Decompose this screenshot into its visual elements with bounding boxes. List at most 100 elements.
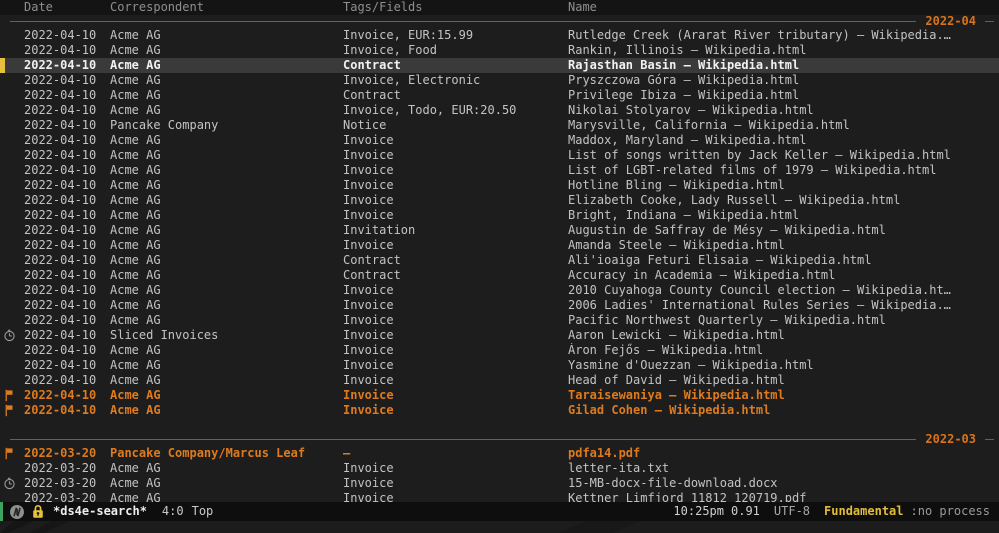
document-correspondent: Acme AG	[110, 103, 343, 118]
document-row[interactable]: 2022-04-10Acme AGContractPrivilege Ibiza…	[0, 88, 999, 103]
document-row[interactable]: 2022-03-20Acme AGInvoiceletter-ita.txt	[0, 461, 999, 476]
document-name: Hotline Bling – Wikipedia.html	[568, 178, 999, 193]
document-row[interactable]: 2022-04-10Acme AGInvoicePacific Northwes…	[0, 313, 999, 328]
document-name: Marysville, California – Wikipedia.html	[568, 118, 999, 133]
document-row[interactable]: 2022-04-10Acme AGInvoiceList of songs wr…	[0, 148, 999, 163]
document-name: pdfa14.pdf	[568, 446, 999, 461]
document-tags: Contract	[343, 253, 568, 268]
document-correspondent: Acme AG	[110, 223, 343, 238]
encoding-indicator: UTF-8	[774, 504, 810, 519]
document-tags: Invoice	[343, 208, 568, 223]
document-row[interactable]: 2022-03-20Acme AGInvoiceKettner Limfjord…	[0, 491, 999, 502]
document-date: 2022-04-10	[24, 88, 110, 103]
lock-icon	[31, 504, 45, 519]
document-correspondent: Acme AG	[110, 88, 343, 103]
flag-icon	[0, 388, 24, 403]
document-row[interactable]: 2022-04-10Acme AGInvoiceList of LGBT-rel…	[0, 163, 999, 178]
document-tags: Invoice	[343, 133, 568, 148]
document-row[interactable]: 2022-04-10Acme AGInvoiceAmanda Steele – …	[0, 238, 999, 253]
document-name: Kettner Limfjord 11812 120719.pdf	[568, 491, 999, 502]
document-row[interactable]: 2022-03-20Acme AGInvoice15-MB-docx-file-…	[0, 476, 999, 491]
flag-icon	[0, 403, 24, 418]
document-correspondent: Pancake Company/Marcus Leaf	[110, 446, 343, 461]
document-row[interactable]: 2022-04-10Acme AGInvoice, Todo, EUR:20.5…	[0, 103, 999, 118]
document-row[interactable]: 2022-04-10Acme AGInvoiceTaraisewaniya – …	[0, 388, 999, 403]
document-row[interactable]: 2022-04-10Sliced InvoicesInvoiceAaron Le…	[0, 328, 999, 343]
document-correspondent: Acme AG	[110, 343, 343, 358]
document-row[interactable]: 2022-04-10Acme AGInvoiceGilad Cohen – Wi…	[0, 403, 999, 418]
document-tags: Invoice	[343, 328, 568, 343]
major-mode-name: Fundamental	[824, 504, 903, 519]
document-name: 2006 Ladies' International Rules Series …	[568, 298, 999, 313]
document-row[interactable]: 2022-04-10Pancake CompanyNoticeMarysvill…	[0, 118, 999, 133]
document-tags: Invoice	[343, 283, 568, 298]
document-row[interactable]: 2022-04-10Acme AGInvoiceMaddox, Maryland…	[0, 133, 999, 148]
document-correspondent: Acme AG	[110, 163, 343, 178]
document-tags: Invoice	[343, 193, 568, 208]
icon-spacer	[0, 163, 24, 178]
document-row[interactable]: 2022-04-10Acme AGInvoiceHead of David – …	[0, 373, 999, 388]
document-tags: Invoice	[343, 388, 568, 403]
document-row[interactable]: 2022-04-10Acme AGInvoiceHotline Bling – …	[0, 178, 999, 193]
document-date: 2022-04-10	[24, 178, 110, 193]
document-correspondent: Acme AG	[110, 43, 343, 58]
document-row[interactable]: 2022-04-10Acme AGContractRajasthan Basin…	[0, 58, 999, 73]
document-date: 2022-04-10	[24, 298, 110, 313]
document-row[interactable]: 2022-03-20Pancake Company/Marcus Leaf–pd…	[0, 446, 999, 461]
document-date: 2022-04-10	[24, 373, 110, 388]
document-correspondent: Sliced Invoices	[110, 328, 343, 343]
document-name: Amanda Steele – Wikipedia.html	[568, 238, 999, 253]
background-watermark	[0, 521, 999, 533]
document-row[interactable]: 2022-04-10Acme AGInvitationAugustin de S…	[0, 223, 999, 238]
document-row[interactable]: 2022-04-10Acme AGInvoiceBright, Indiana …	[0, 208, 999, 223]
document-row[interactable]: 2022-04-10Acme AGInvoice, ElectronicPrys…	[0, 73, 999, 88]
document-date: 2022-04-10	[24, 163, 110, 178]
separator-tail-line	[985, 439, 994, 440]
document-name: Gilad Cohen – Wikipedia.html	[568, 403, 999, 418]
document-correspondent: Acme AG	[110, 253, 343, 268]
load-average: 0.91	[731, 504, 760, 519]
echo-area	[0, 521, 999, 533]
clock-time: 10:25pm	[673, 504, 724, 519]
document-date: 2022-04-10	[24, 328, 110, 343]
document-row[interactable]: 2022-04-10Acme AGInvoiceElizabeth Cooke,…	[0, 193, 999, 208]
document-tags: Invoice	[343, 403, 568, 418]
document-date: 2022-04-10	[24, 28, 110, 43]
document-date: 2022-04-10	[24, 343, 110, 358]
document-name: Rankin, Illinois – Wikipedia.html	[568, 43, 999, 58]
document-row[interactable]: 2022-04-10Acme AGInvoice, FoodRankin, Il…	[0, 43, 999, 58]
document-correspondent: Acme AG	[110, 283, 343, 298]
process-status: :no process	[911, 504, 990, 519]
document-correspondent: Acme AG	[110, 208, 343, 223]
icon-spacer	[0, 73, 24, 88]
document-correspondent: Acme AG	[110, 268, 343, 283]
document-tags: Invoice	[343, 461, 568, 476]
document-correspondent: Acme AG	[110, 358, 343, 373]
document-date: 2022-04-10	[24, 208, 110, 223]
icon-spacer	[0, 298, 24, 313]
document-tags: –	[343, 446, 568, 461]
document-tags: Invoice	[343, 163, 568, 178]
document-row[interactable]: 2022-04-10Acme AGInvoice2010 Cuyahoga Co…	[0, 283, 999, 298]
document-correspondent: Acme AG	[110, 178, 343, 193]
document-name: List of LGBT-related films of 1979 – Wik…	[568, 163, 999, 178]
document-date: 2022-03-20	[24, 461, 110, 476]
document-row[interactable]: 2022-04-10Acme AGInvoice2006 Ladies' Int…	[0, 298, 999, 313]
icon-spacer	[0, 461, 24, 476]
document-row[interactable]: 2022-04-10Acme AGInvoiceÁron Fejős – Wik…	[0, 343, 999, 358]
icon-spacer	[0, 133, 24, 148]
separator-line	[10, 21, 916, 22]
document-date: 2022-04-10	[24, 388, 110, 403]
document-tags: Invitation	[343, 223, 568, 238]
document-date: 2022-04-10	[24, 238, 110, 253]
document-row[interactable]: 2022-04-10Acme AGContractAli'ioaiga Fetu…	[0, 253, 999, 268]
date-group-label: 2022-03	[925, 432, 976, 447]
document-date: 2022-04-10	[24, 193, 110, 208]
document-row[interactable]: 2022-04-10Acme AGContractAccuracy in Aca…	[0, 268, 999, 283]
flag-icon	[0, 446, 24, 461]
document-row[interactable]: 2022-04-10Acme AGInvoiceYasmine d'Ouezza…	[0, 358, 999, 373]
icon-spacer	[0, 178, 24, 193]
icon-spacer	[0, 118, 24, 133]
icon-spacer	[0, 223, 24, 238]
document-row[interactable]: 2022-04-10Acme AGInvoice, EUR:15.99Rutle…	[0, 28, 999, 43]
